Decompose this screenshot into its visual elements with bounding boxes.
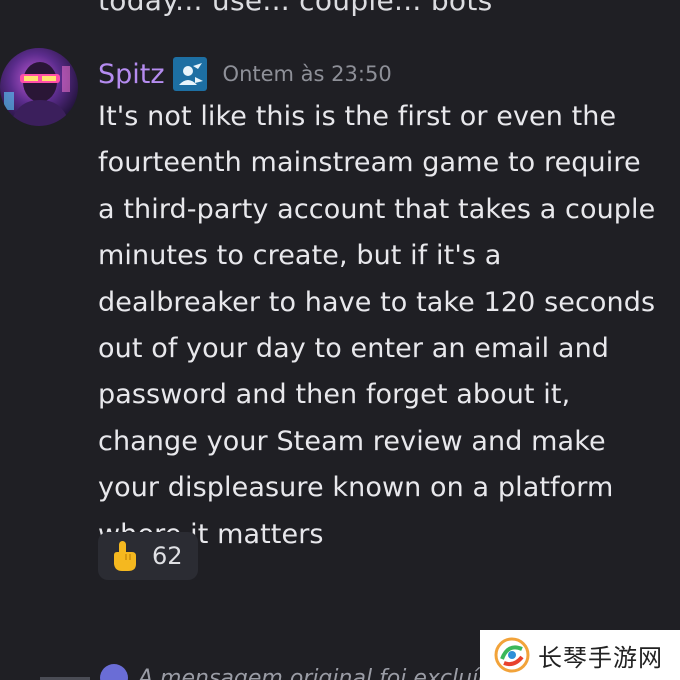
pointing-up-hand-emoji — [110, 540, 138, 572]
message-line: dealbreaker to have to take 120 seconds — [98, 286, 656, 318]
reply-preview[interactable]: A mensagem original foi excluída — [40, 664, 506, 680]
previous-message-fragment: today... use... couple... bots — [98, 0, 493, 17]
bird-badge-icon[interactable] — [172, 57, 207, 91]
message-line: a third-party account that takes a coupl… — [98, 193, 656, 225]
username[interactable]: Spitz — [98, 59, 165, 90]
message-content: It's not like this is the first or even … — [98, 94, 668, 558]
reply-preview-text: A mensagem original foi excluída — [138, 665, 506, 680]
watermark-text: 长琴手游网 — [538, 643, 663, 672]
message-line: minutes to create, but if it's a — [98, 240, 502, 272]
avatar-image — [0, 48, 78, 126]
message-line: out of your day to enter an email and — [98, 333, 610, 365]
message-line: It's not like this is the first or even … — [98, 101, 617, 132]
message-line: fourteenth mainstream game to require — [98, 147, 641, 179]
message-line: change your Steam review and make — [98, 425, 606, 457]
reply-connector — [40, 676, 90, 680]
message-line: your displeasure known on a platform — [98, 472, 614, 504]
message-timestamp: Ontem às 23:50 — [222, 62, 392, 86]
watermark-logo-icon — [494, 637, 530, 673]
reaction-button[interactable]: 62 — [98, 532, 198, 580]
chat-view: today... use... couple... bots Spitz Ont… — [0, 0, 680, 680]
message-header: Spitz Ontem às 23:50 — [98, 54, 392, 94]
watermark: 长琴手游网 — [480, 630, 680, 680]
reaction-count: 62 — [152, 542, 183, 570]
message-line: password and then forget about it, — [98, 379, 571, 411]
discord-avatar-icon — [100, 664, 128, 680]
user-avatar[interactable] — [0, 48, 78, 126]
